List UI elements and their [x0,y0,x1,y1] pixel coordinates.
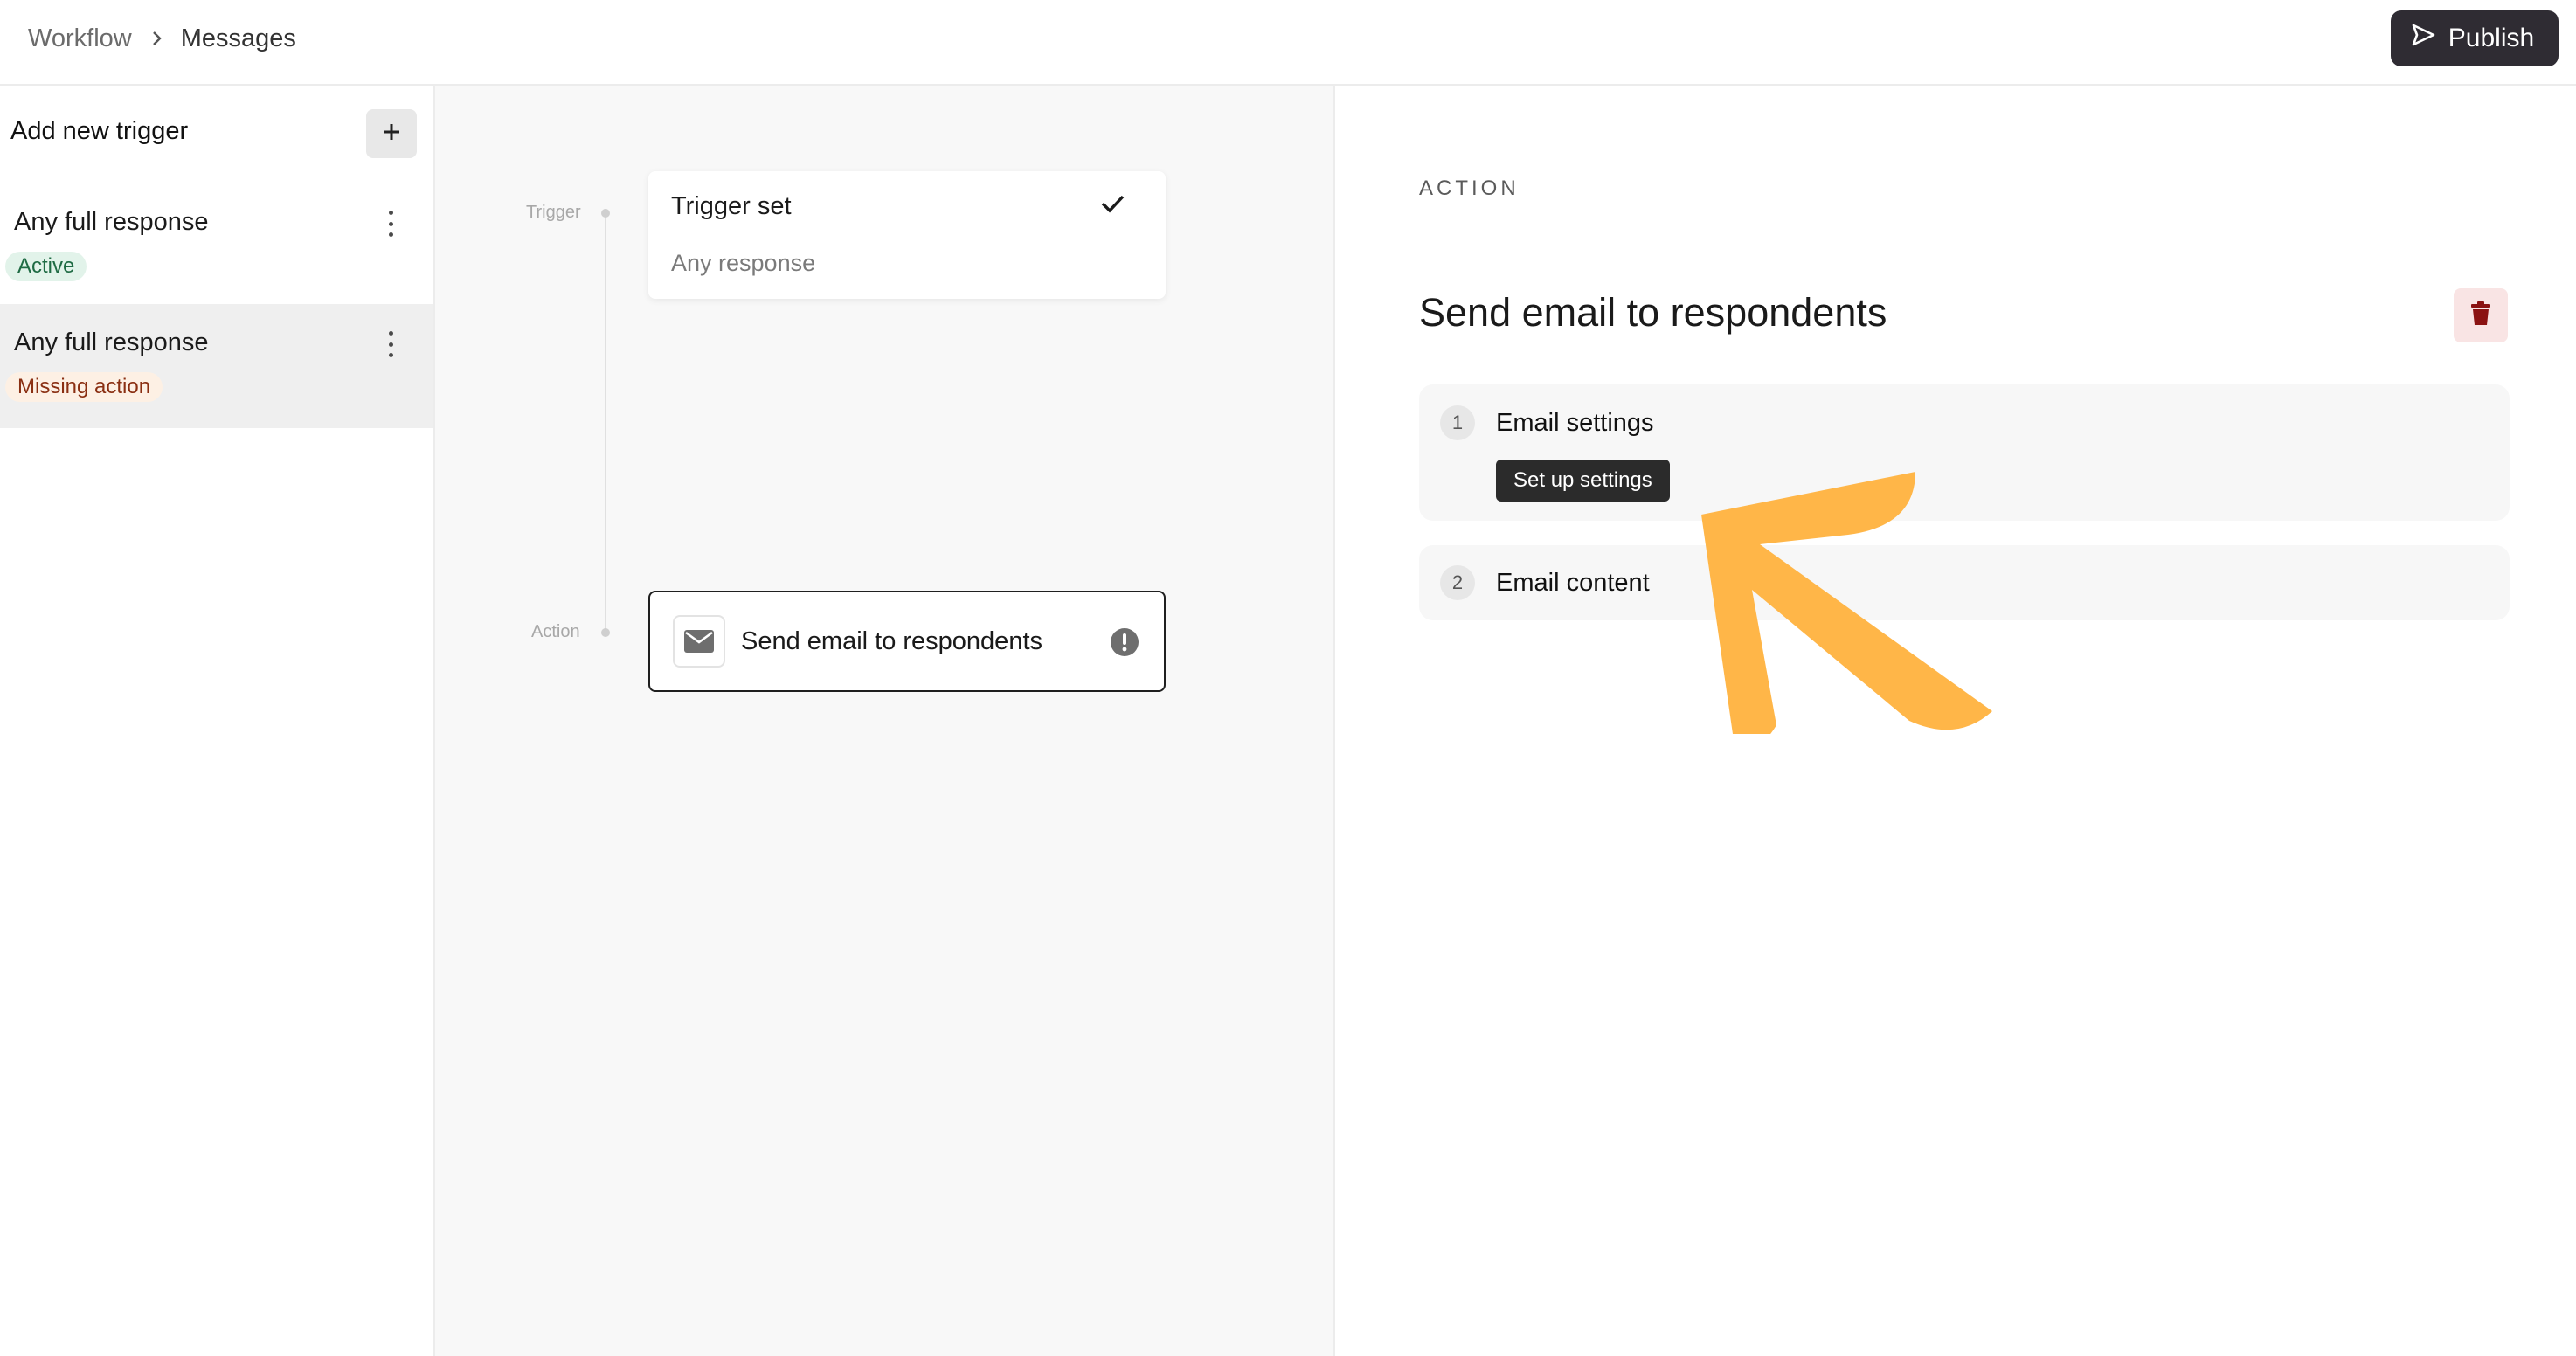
trigger-sidebar: Add new trigger Any full response Active… [0,86,435,1356]
publish-label: Publish [2448,24,2535,52]
chevron-right-icon [151,30,163,47]
trigger-item[interactable]: Any full response Active [0,183,433,308]
breadcrumb: Workflow Messages [28,0,296,77]
trigger-item-selected[interactable]: Any full response Missing action [0,304,433,428]
kebab-icon[interactable] [377,329,404,360]
send-icon [2410,22,2436,55]
flow-connector [605,213,606,633]
trigger-rail-label: Trigger [526,203,581,222]
step-number: 1 [1440,405,1475,440]
trigger-card[interactable]: Trigger set Any response [648,171,1166,299]
arrow-icon [1686,472,2001,749]
kebab-icon[interactable] [377,208,404,239]
action-card[interactable]: Send email to respondents [648,591,1166,692]
action-node-dot [601,628,610,637]
action-rail-label: Action [531,622,580,641]
action-card-title: Send email to respondents [741,627,1042,655]
alert-icon [1110,627,1139,661]
status-badge: Active [5,252,87,281]
trigger-item-name: Any full response [14,329,209,356]
panel-eyebrow: ACTION [1419,176,1520,200]
trigger-card-subtitle: Any response [671,250,816,276]
step-number: 2 [1440,565,1475,600]
set-up-settings-button[interactable]: Set up settings [1496,460,1670,502]
breadcrumb-current: Messages [180,24,296,52]
delete-action-button[interactable] [2454,288,2508,342]
mail-icon [673,615,725,668]
check-icon [1099,190,1125,221]
workflow-canvas: Trigger Action Trigger set Any response … [435,86,1335,1356]
trash-icon [2470,301,2491,330]
plus-icon [382,122,401,146]
publish-button[interactable]: Publish [2391,10,2559,66]
panel-title: Send email to respondents [1419,290,1887,335]
add-trigger-button[interactable] [366,109,417,158]
step-label: Email content [1496,569,1650,597]
trigger-node-dot [601,209,610,218]
step-label: Email settings [1496,409,1654,437]
trigger-card-title: Trigger set [671,192,792,220]
top-bar: Workflow Messages Publish [0,0,2576,86]
trigger-item-name: Any full response [14,208,209,236]
breadcrumb-workflow-link[interactable]: Workflow [28,24,132,53]
status-badge: Missing action [5,372,163,402]
add-trigger-title: Add new trigger [10,117,189,145]
